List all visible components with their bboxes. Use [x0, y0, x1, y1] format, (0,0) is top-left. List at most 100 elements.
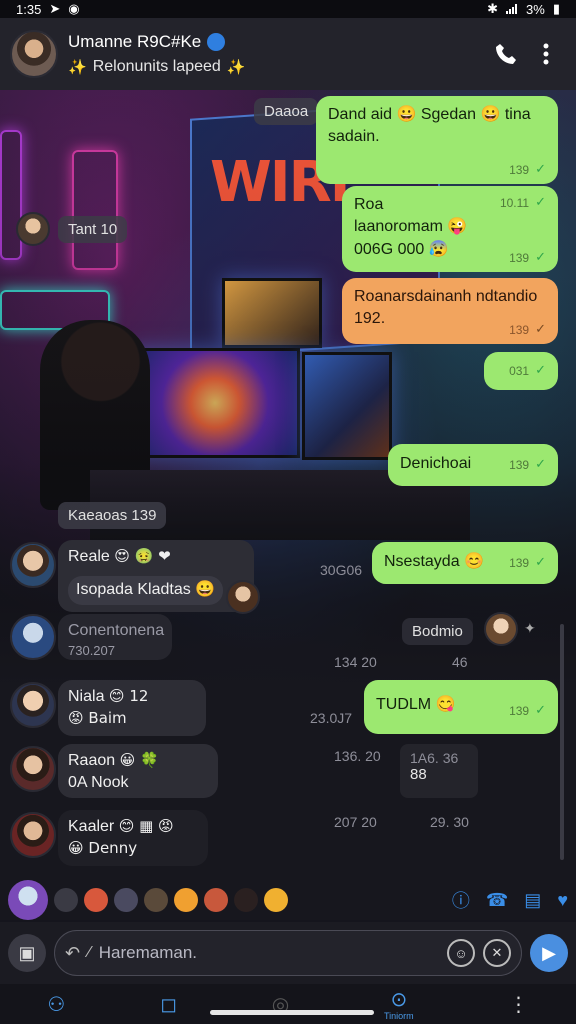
contact-avatar[interactable] [10, 30, 58, 78]
reaction-tray: ⓘ ☎ ▤ ♥ [0, 878, 576, 922]
person-icon: ⚇ [47, 992, 66, 1016]
tray-avatar[interactable] [8, 880, 48, 920]
message-input[interactable] [98, 943, 439, 963]
sender-avatar[interactable] [484, 612, 518, 646]
sparkle-icon: ✨ [226, 58, 246, 76]
message-text: Isopada Kladtas 😀 [68, 576, 224, 605]
sender-name: Kaaler [68, 818, 115, 835]
contact-info[interactable]: Umanne R9C#Ke ✨ Relonunits lapeed ✨ [68, 32, 486, 76]
pen-icon: ∕ [88, 944, 91, 961]
outgoing-message[interactable]: Dand aid 😀 Sgedan 😀 tina sadain. 139 ✓ [316, 96, 558, 184]
bag-icon: ▣ [18, 942, 36, 963]
sender-name: Reale [68, 548, 110, 565]
tray-avatar[interactable] [204, 888, 228, 912]
timestamp: 1A6. 36 [410, 750, 459, 766]
sender-avatar[interactable] [10, 542, 56, 588]
incoming-message[interactable]: Conentonena 730.207 [58, 614, 172, 660]
message-input-wrapper: ↶ ∕ ☺ ✕ [54, 930, 522, 976]
phone-small-icon[interactable]: ☎ [486, 890, 508, 911]
read-tick-icon: ✓ [535, 554, 546, 570]
read-tick-icon: ✓ [535, 362, 546, 378]
message-sub: 730.207 [68, 643, 115, 659]
more-options-button[interactable] [526, 34, 566, 74]
message-list: Daaoa Dand aid 😀 Sgedan 😀 tina sadain. 1… [0, 90, 576, 920]
bluetooth-icon: ✱ [487, 1, 499, 16]
read-tick-icon: ✓ [535, 456, 546, 472]
incoming-message[interactable]: Kaaler 😊 ▦ 😡 😀 Denny [58, 810, 208, 866]
tray-avatar[interactable] [234, 888, 258, 912]
incoming-message[interactable]: Raaon 😀 🍀 0A Nook [58, 744, 218, 798]
timestamp: 23.0J7 [310, 710, 353, 726]
signal-icon [506, 4, 518, 14]
bottom-nav: ⚇ ◻ ◎ ⊙ Tiniorm ⋮ [0, 984, 576, 1024]
sender-avatar[interactable] [10, 746, 56, 792]
outgoing-message[interactable]: Nsestayda 😊 139 ✓ [372, 542, 558, 584]
read-tick-icon: ✓ [535, 195, 546, 210]
clear-button[interactable]: ✕ [483, 939, 511, 967]
close-icon: ✕ [491, 945, 503, 960]
chat-background: WIRL Daaoa Dand aid 😀 Sgedan 😀 tina sada… [0, 90, 576, 920]
notification-icon: ◉ [68, 1, 80, 16]
sender-name: Raaon [68, 752, 116, 769]
sender-avatar[interactable] [10, 614, 56, 660]
emoji-button[interactable]: ☺ [447, 939, 475, 967]
verified-icon [207, 33, 226, 51]
battery-level: 3% [526, 1, 545, 17]
system-chip: Kaeaoas 139 [58, 502, 167, 529]
date-chip: Daaoa [254, 98, 319, 125]
info-card[interactable]: 1A6. 36 88 [400, 744, 478, 798]
home-indicator[interactable] [210, 1010, 374, 1015]
message-time: 139 [509, 555, 530, 570]
message-text: 0A Nook [68, 774, 129, 792]
outgoing-message[interactable]: Roa laanoromam 😜 006G 000 😰 10.11 ✓ 139 ✓ [342, 186, 558, 272]
call-button[interactable] [486, 34, 526, 74]
outgoing-message[interactable]: Roanarsdainanh ndtandio 192. 139 ✓ [342, 278, 558, 344]
send-arrow-icon: ▶ [542, 942, 556, 963]
incoming-message[interactable]: Reale 😍 🤢 ❤ Isopada Kladtas 😀 [58, 540, 254, 612]
send-button[interactable]: ▶ [530, 934, 568, 972]
outgoing-message[interactable]: Denichoai 139 ✓ [388, 444, 558, 486]
nav-more[interactable]: ⋮ [509, 992, 529, 1016]
nav-chats[interactable]: ◻ [160, 992, 177, 1016]
read-tick-icon: ✓ [535, 161, 546, 177]
message-time: 139 [509, 703, 530, 718]
incoming-message[interactable]: Niala 😊 12 😡 Baim [58, 680, 206, 736]
timestamp: 136. 20 [334, 748, 381, 764]
contact-status: Relonunits lapeed [92, 58, 221, 75]
kebab-menu-icon: ⋮ [508, 992, 529, 1016]
phone-icon [496, 44, 516, 64]
tray-avatar[interactable] [114, 888, 138, 912]
message-composer: ▣ ↶ ∕ ☺ ✕ ▶ [0, 922, 576, 984]
message-time: 139 [509, 162, 530, 177]
heart-icon[interactable]: ♥ [557, 890, 568, 911]
reply-arrow-icon[interactable]: ↶ [65, 943, 80, 964]
message-time: 139 [509, 250, 530, 265]
message-text: Dand aid 😀 Sgedan 😀 tina sadain. [328, 106, 531, 146]
smile-emoji-icon[interactable] [174, 888, 198, 912]
outgoing-message[interactable]: 031 ✓ [484, 352, 558, 390]
message-line: laanoromam 😜 [354, 218, 468, 236]
sender-avatar[interactable] [10, 682, 56, 728]
reaction-emojis: 😊 12 [108, 687, 149, 705]
chat-header: Umanne R9C#Ke ✨ Relonunits lapeed ✨ [0, 18, 576, 90]
message-text: 😀 Denny [68, 839, 138, 858]
angry-emoji-icon[interactable] [84, 888, 108, 912]
sender-avatar[interactable] [16, 212, 50, 246]
reaction-emojis: 😀 🍀 [119, 751, 159, 769]
scrollbar[interactable] [560, 624, 564, 860]
sender-avatar[interactable] [10, 812, 56, 858]
info-icon[interactable]: ⓘ [452, 887, 470, 913]
kebab-menu-icon [543, 43, 549, 65]
tray-avatar[interactable] [54, 888, 78, 912]
list-icon[interactable]: ▤ [524, 890, 541, 911]
reaction-emojis: 😊 ▦ 😡 [118, 817, 174, 835]
nav-profile[interactable]: ⚇ [47, 992, 65, 1016]
tray-avatar[interactable] [144, 888, 168, 912]
system-chip: Tant 10 [58, 216, 128, 243]
outgoing-message[interactable]: TUDLM 😋 139 ✓ [364, 680, 558, 734]
timestamp: 30G06 [320, 562, 363, 578]
grin-emoji-icon[interactable] [264, 888, 288, 912]
attach-button[interactable]: ▣ [8, 934, 46, 972]
message-time: 139 [509, 457, 530, 472]
nav-status[interactable]: ⊙ Tiniorm [384, 987, 414, 1021]
